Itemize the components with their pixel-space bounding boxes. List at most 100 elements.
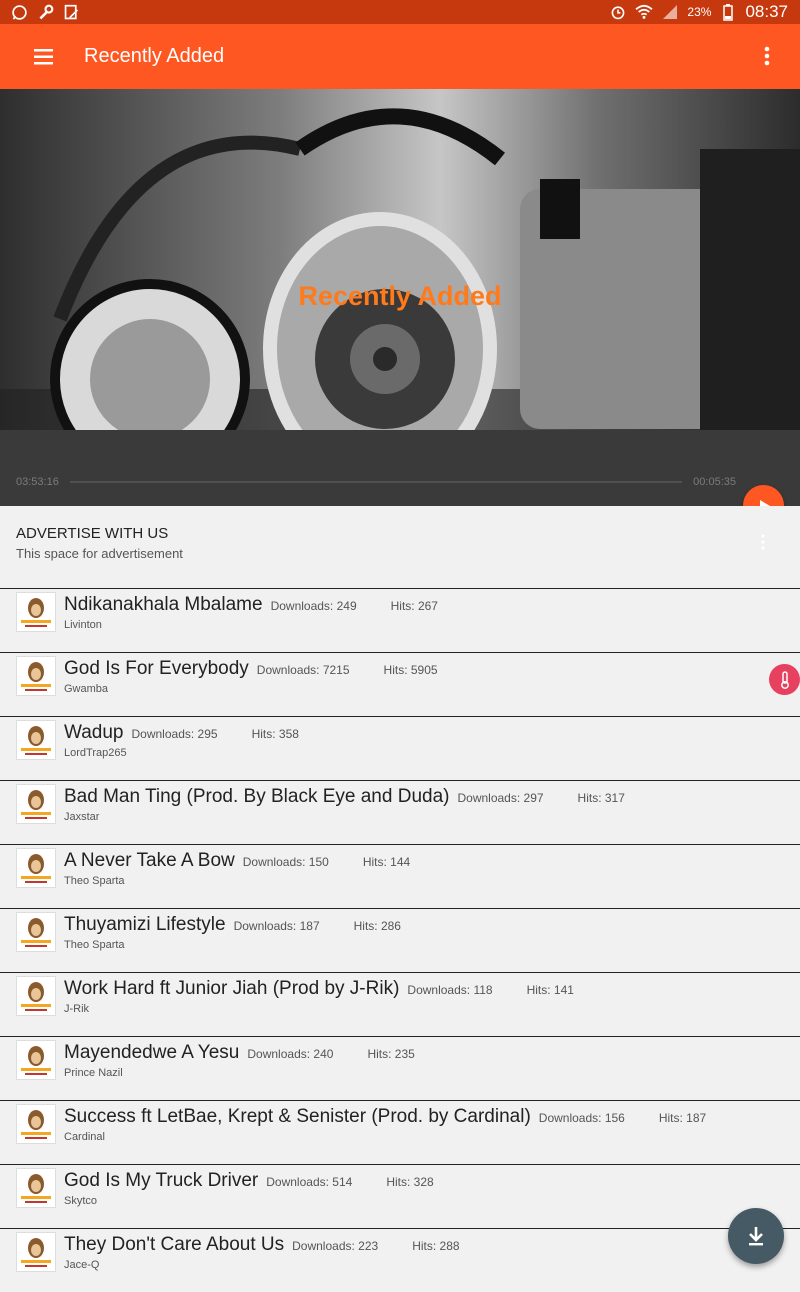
hit-count: Hits: 286	[353, 919, 401, 933]
system-indicators: 23% 08:37	[609, 2, 788, 22]
song-title: Wadup	[64, 722, 124, 743]
hit-count: Hits: 235	[367, 1047, 415, 1061]
advert-banner[interactable]: ADVERTISE WITH US This space for adverti…	[0, 506, 800, 588]
hero-title: Recently Added	[298, 281, 502, 311]
song-artist: Theo Sparta	[64, 875, 125, 887]
song-title: Bad Man Ting (Prod. By Black Eye and Dud…	[64, 786, 450, 807]
song-row[interactable]: Success ft LetBae, Krept & Senister (Pro…	[0, 1100, 800, 1164]
hero-banner: Recently Added	[0, 89, 800, 430]
song-title: Success ft LetBae, Krept & Senister (Pro…	[64, 1106, 531, 1127]
song-info: God Is For Everybody Downloads: 7215 Hit…	[64, 658, 438, 680]
artist-logo-icon	[16, 720, 56, 760]
song-row[interactable]: Thuyamizi Lifestyle Downloads: 187 Hits:…	[0, 908, 800, 972]
alarm-icon	[609, 3, 627, 21]
download-count: Downloads: 514	[266, 1175, 353, 1189]
artist-logo-icon	[16, 656, 56, 696]
song-info: Wadup Downloads: 295 Hits: 358	[64, 722, 299, 744]
hit-count: Hits: 328	[386, 1175, 434, 1189]
hamburger-icon[interactable]	[24, 42, 64, 72]
battery-icon	[719, 3, 737, 21]
song-title: Ndikanakhala Mbalame	[64, 594, 263, 615]
song-info: Bad Man Ting (Prod. By Black Eye and Dud…	[64, 786, 625, 808]
song-info: They Don't Care About Us Downloads: 223 …	[64, 1234, 460, 1256]
hit-count: Hits: 358	[251, 727, 299, 741]
artist-logo-icon	[16, 784, 56, 824]
signal-icon	[661, 3, 679, 21]
song-info: Mayendedwe A Yesu Downloads: 240 Hits: 2…	[64, 1042, 415, 1064]
song-artist: Cardinal	[64, 1131, 105, 1143]
more-vert-icon[interactable]	[752, 42, 782, 72]
page-title: Recently Added	[84, 45, 225, 67]
app-bar: Recently Added	[0, 24, 800, 89]
hit-count: Hits: 317	[577, 791, 625, 805]
download-count: Downloads: 249	[270, 599, 357, 613]
song-info: Ndikanakhala Mbalame Downloads: 249 Hits…	[64, 594, 438, 616]
seek-bar[interactable]	[70, 481, 682, 483]
song-artist: Jaxstar	[64, 811, 100, 823]
song-title: Mayendedwe A Yesu	[64, 1042, 240, 1063]
song-title: Work Hard ft Junior Jiah (Prod by J-Rik)	[64, 978, 400, 999]
song-row[interactable]: Mayendedwe A Yesu Downloads: 240 Hits: 2…	[0, 1036, 800, 1100]
song-title: A Never Take A Bow	[64, 850, 235, 871]
clock: 08:37	[745, 2, 788, 21]
thermometer-icon	[780, 670, 789, 689]
song-row[interactable]: They Don't Care About Us Downloads: 223 …	[0, 1228, 800, 1292]
song-row[interactable]: Bad Man Ting (Prod. By Black Eye and Dud…	[0, 780, 800, 844]
song-title: God Is My Truck Driver	[64, 1170, 259, 1191]
song-title: They Don't Care About Us	[64, 1234, 285, 1255]
download-count: Downloads: 187	[233, 919, 320, 933]
notification-icons	[10, 3, 80, 21]
song-info: Thuyamizi Lifestyle Downloads: 187 Hits:…	[64, 914, 401, 936]
song-artist: J-Rik	[64, 1003, 90, 1015]
download-button[interactable]	[728, 1208, 784, 1264]
song-artist: Gwamba	[64, 683, 109, 695]
download-icon	[749, 1227, 763, 1246]
song-artist: Skytco	[64, 1195, 98, 1207]
artist-logo-icon	[16, 1168, 56, 1208]
song-info: God Is My Truck Driver Downloads: 514 Hi…	[64, 1170, 434, 1192]
advert-title: ADVERTISE WITH US	[16, 525, 169, 542]
hit-count: Hits: 187	[658, 1111, 707, 1125]
song-row[interactable]: God Is For Everybody Downloads: 7215 Hit…	[0, 652, 800, 716]
song-info: Success ft LetBae, Krept & Senister (Pro…	[64, 1106, 706, 1128]
more-vert-icon[interactable]	[756, 532, 770, 554]
song-row[interactable]: A Never Take A Bow Downloads: 150 Hits: …	[0, 844, 800, 908]
artist-logo-icon	[16, 1104, 56, 1144]
hit-count: Hits: 141	[526, 983, 574, 997]
artist-logo-icon	[16, 592, 56, 632]
song-artist: Livinton	[64, 619, 102, 631]
download-count: Downloads: 223	[292, 1239, 379, 1253]
song-artist: LordTrap265	[64, 747, 127, 759]
artist-logo-icon	[16, 1232, 56, 1272]
download-count: Downloads: 156	[538, 1111, 625, 1125]
hit-count: Hits: 5905	[383, 663, 438, 677]
hit-count: Hits: 267	[390, 599, 438, 613]
song-row[interactable]: Work Hard ft Junior Jiah (Prod by J-Rik)…	[0, 972, 800, 1036]
song-title: Thuyamizi Lifestyle	[64, 914, 226, 935]
song-row[interactable]: Wadup Downloads: 295 Hits: 358 LordTrap2…	[0, 716, 800, 780]
artist-logo-icon	[16, 1040, 56, 1080]
download-count: Downloads: 297	[457, 791, 544, 805]
song-row[interactable]: God Is My Truck Driver Downloads: 514 Hi…	[0, 1164, 800, 1228]
download-count: Downloads: 118	[407, 983, 493, 997]
download-count: Downloads: 150	[242, 855, 329, 869]
song-info: A Never Take A Bow Downloads: 150 Hits: …	[64, 850, 410, 872]
song-artist: Theo Sparta	[64, 939, 125, 951]
artist-logo-icon	[16, 912, 56, 952]
status-bar: 23% 08:37	[0, 0, 800, 24]
current-time: 03:53:16	[16, 476, 59, 488]
song-title: God Is For Everybody	[64, 658, 249, 679]
duration: 00:05:35	[693, 476, 736, 488]
hit-count: Hits: 144	[362, 855, 411, 869]
download-count: Downloads: 7215	[256, 663, 350, 677]
audio-player: 03:53:16 00:05:35	[0, 430, 800, 506]
whatsapp-icon	[10, 3, 28, 21]
wifi-icon	[635, 3, 654, 21]
song-row[interactable]: Ndikanakhala Mbalame Downloads: 249 Hits…	[0, 588, 800, 652]
wrench-icon	[36, 3, 54, 21]
artist-logo-icon	[16, 976, 56, 1016]
edit-document-icon	[62, 3, 80, 21]
temperature-button[interactable]	[769, 664, 800, 695]
battery-percent: 23%	[687, 5, 712, 19]
song-info: Work Hard ft Junior Jiah (Prod by J-Rik)…	[64, 978, 574, 1000]
